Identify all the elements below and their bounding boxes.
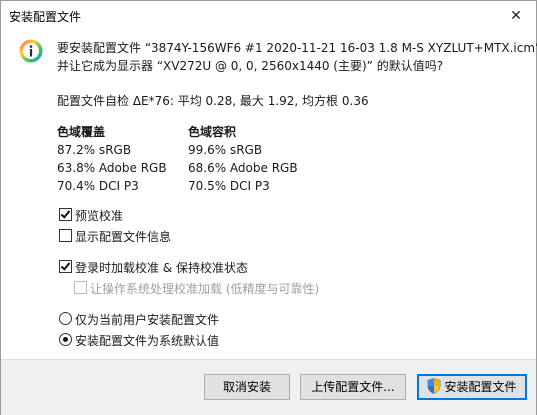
radio-selected[interactable] (59, 333, 72, 346)
load-calibration-on-login-label: 登录时加载校准 & 保持校准状态 (75, 261, 248, 275)
preview-calibration-label: 预览校准 (75, 209, 124, 223)
show-profile-info-label: 显示配置文件信息 (75, 230, 172, 244)
install-system-default-label: 安装配置文件为系统默认值 (75, 334, 220, 348)
info-icon (19, 39, 43, 63)
profile-self-check: 配置文件自检 ΔE*76: 平均 0.28, 最大 1.92, 均方根 0.36 (57, 94, 369, 108)
cancel-install-label: 取消安装 (222, 380, 271, 394)
install-profile-button[interactable]: 安装配置文件 (417, 374, 527, 400)
button-bar: 取消安装 上传配置文件... 安装配置文件 (1, 359, 536, 415)
cancel-install-button[interactable]: 取消安装 (204, 374, 290, 400)
radio-unselected[interactable] (59, 312, 72, 325)
message-line-1: 要安装配置文件 “3874Y-156WF6 #1 2020-11-21 16-0… (57, 41, 537, 55)
close-icon: ✕ (510, 8, 522, 24)
close-button[interactable]: ✕ (496, 1, 536, 31)
message-line-2: 并让它成为显示器 “XV272U @ 0, 0, 2560x1440 (主要)”… (57, 59, 444, 73)
gamut-volume: 色域容积 99.6% sRGB 68.6% Adobe RGB 70.5% DC… (188, 123, 298, 195)
uac-shield-icon (428, 378, 441, 394)
checkbox-checked[interactable] (59, 260, 72, 273)
coverage-srgb: 87.2% sRGB (57, 143, 132, 157)
coverage-adobe-rgb: 63.8% Adobe RGB (57, 161, 167, 175)
volume-adobe-rgb: 68.6% Adobe RGB (188, 161, 298, 175)
upload-profile-button[interactable]: 上传配置文件... (300, 374, 406, 400)
install-current-user-label: 仅为当前用户安装配置文件 (75, 313, 220, 327)
checkbox-unchecked[interactable] (59, 229, 72, 242)
install-profile-dialog: 安装配置文件 ✕ 要安装配置文件 “3874Y-156WF6 #1 2020-1… (0, 0, 537, 415)
upload-profile-label: 上传配置文件... (311, 380, 395, 394)
install-profile-label: 安装配置文件 (444, 380, 517, 394)
window-title: 安装配置文件 (9, 10, 82, 24)
checkbox-checked[interactable] (59, 208, 72, 221)
title-bar[interactable]: 安装配置文件 ✕ (1, 1, 536, 31)
coverage-dci-p3: 70.4% DCI P3 (57, 179, 139, 193)
checkbox-disabled (74, 281, 87, 294)
os-calibration-loading-label: 让操作系统处理校准加载 (低精度与可靠性) (90, 282, 320, 296)
gamut-volume-header: 色域容积 (188, 125, 237, 139)
confirm-message: 要安装配置文件 “3874Y-156WF6 #1 2020-11-21 16-0… (57, 39, 537, 75)
volume-srgb: 99.6% sRGB (188, 143, 263, 157)
gamut-coverage: 色域覆盖 87.2% sRGB 63.8% Adobe RGB 70.4% DC… (57, 123, 167, 195)
volume-dci-p3: 70.5% DCI P3 (188, 179, 270, 193)
gamut-coverage-header: 色域覆盖 (57, 125, 106, 139)
